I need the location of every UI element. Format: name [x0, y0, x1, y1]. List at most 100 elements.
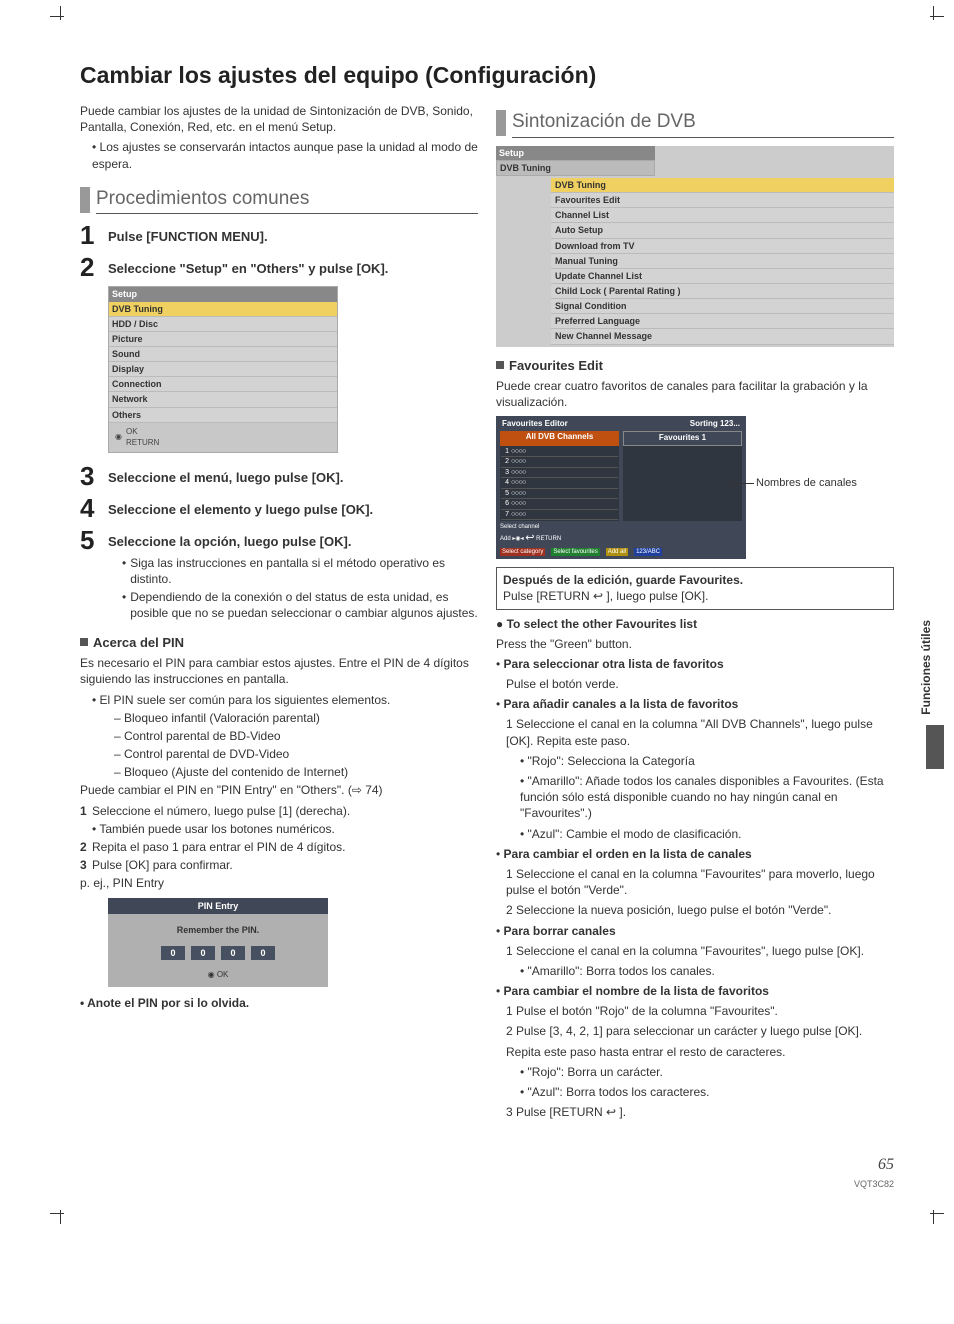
- step-1: Pulse [FUNCTION MENU].: [108, 228, 478, 246]
- dvb-menu-box: Setup DVB Tuning DVB Tuning Favourites E…: [496, 146, 894, 347]
- instr-line: 3 Pulse [RETURN ↩ ].: [496, 1104, 894, 1120]
- dvb-item: Preferred Language: [551, 314, 894, 329]
- instr-line: 1 Seleccione el canal en la columna "Fav…: [496, 866, 894, 898]
- setup-row: Network: [109, 392, 337, 407]
- fav-btn: 123/ABC: [634, 548, 662, 556]
- instr-line: • "Rojo": Selecciona la Categoría: [496, 753, 894, 769]
- section-bar: [80, 187, 90, 213]
- step-num-2: 2: [80, 254, 108, 280]
- dvb-item: Update Channel List: [551, 269, 894, 284]
- setup-row: Sound: [109, 347, 337, 362]
- dvb-item: Auto Setup: [551, 223, 894, 238]
- page-title: Cambiar los ajustes del equipo (Configur…: [80, 60, 894, 91]
- setup-menu-box: Setup DVB Tuning HDD / Disc Picture Soun…: [108, 286, 338, 453]
- save-note-b: Después de la edición, guarde Favourites…: [503, 572, 887, 588]
- crop-mark: [50, 1204, 70, 1224]
- step-2: Seleccione "Setup" en "Others" y pulse […: [108, 260, 478, 278]
- instr-line: • "Amarillo": Añade todos los canales di…: [496, 773, 894, 822]
- save-note-box: Después de la edición, guarde Favourites…: [496, 567, 894, 609]
- pin-dash: – Control parental de BD-Video: [114, 728, 478, 744]
- intro-b1: • Los ajustes se conservarán intactos au…: [80, 139, 478, 171]
- instr-line: • "Rojo": Borra un carácter.: [496, 1064, 894, 1080]
- pin-dash: – Control parental de DVD-Video: [114, 746, 478, 762]
- step-4: Seleccione el elemento y luego pulse [OK…: [108, 501, 478, 519]
- pin-heading: Acerca del PIN: [80, 634, 478, 652]
- pin-digit: 0: [221, 946, 245, 960]
- pin-dash: – Bloqueo (Ajuste del contenido de Inter…: [114, 764, 478, 780]
- instr-line: Pulse el botón verde.: [496, 676, 894, 692]
- setup-row: Display: [109, 362, 337, 377]
- setup-row: HDD / Disc: [109, 317, 337, 332]
- dvb-item: Signal Condition: [551, 299, 894, 314]
- fav-col1-h: All DVB Channels: [500, 431, 619, 446]
- dvb-top: Setup: [496, 146, 655, 160]
- step-5: Seleccione la opción, luego pulse [OK].: [108, 533, 478, 551]
- pin-entry-box: PIN Entry Remember the PIN. 0 0 0 0 ◉ OK: [108, 898, 328, 987]
- pin-p1: Es necesario el PIN para cambiar estos a…: [80, 655, 478, 687]
- dvb-item: Manual Tuning: [551, 254, 894, 269]
- sel-other-t: Press the "Green" button.: [496, 636, 894, 652]
- instr-line: 1 Pulse el botón "Rojo" de la columna "F…: [496, 1003, 894, 1019]
- instr-heading: • Para añadir canales a la lista de favo…: [496, 696, 894, 712]
- dvb-item: Channel List: [551, 208, 894, 223]
- pin-digit: 0: [161, 946, 185, 960]
- instr-heading: • Para cambiar el orden en la lista de c…: [496, 846, 894, 862]
- fav-btn: Add all: [606, 548, 628, 556]
- crop-mark: [50, 6, 70, 26]
- crop-mark: [924, 6, 944, 26]
- fav-heading: Favourites Edit: [496, 357, 894, 375]
- setup-row: DVB Tuning: [109, 302, 337, 317]
- step-num-3: 3: [80, 463, 108, 489]
- instr-line: 2 Seleccione la nueva posición, luego pu…: [496, 902, 894, 918]
- pin-dash: – Bloqueo infantil (Valoración parental): [114, 710, 478, 726]
- instr-line: • "Azul": Cambie el modo de clasificació…: [496, 826, 894, 842]
- pin-eg: p. ej., PIN Entry: [80, 875, 478, 891]
- dvb-item: Download from TV: [551, 239, 894, 254]
- pin-digit: 0: [251, 946, 275, 960]
- fav-channel-label: Nombres de canales: [756, 476, 857, 491]
- dvb-item: Child Lock ( Parental Rating ): [551, 284, 894, 299]
- pin-step: 2Repita el paso 1 para entrar el PIN de …: [80, 839, 478, 855]
- dvb-item: New Channel Message: [551, 329, 894, 344]
- fav-col2-h: Favourites 1: [623, 431, 742, 446]
- section-title-right: Sintonización de DVB: [512, 109, 894, 138]
- pin-note: • Anote el PIN por si lo olvida.: [80, 995, 478, 1011]
- instr-line: 2 Pulse [3, 4, 2, 1] para seleccionar un…: [496, 1023, 894, 1039]
- fav-p1: Puede crear cuatro favoritos de canales …: [496, 378, 894, 410]
- dvb-item: Favourites Edit: [551, 193, 894, 208]
- setup-header: Setup: [109, 287, 337, 301]
- pin-step-sub: • También puede usar los botones numéric…: [80, 821, 478, 837]
- nav-icon: ◉: [115, 432, 122, 443]
- pin-digit: 0: [191, 946, 215, 960]
- section-bar: [496, 110, 506, 136]
- side-label: Funciones útiles: [918, 620, 934, 715]
- instr-line: • "Amarillo": Borra todos los canales.: [496, 963, 894, 979]
- fav-add: Add: [500, 536, 511, 542]
- instr-line: 1 Seleccione el canal en la columna "All…: [496, 716, 894, 748]
- step-num-5: 5: [80, 527, 108, 553]
- instr-heading: • Para cambiar el nombre de la lista de …: [496, 983, 894, 999]
- save-note-t: Pulse [RETURN ↩ ], luego pulse [OK].: [503, 588, 887, 604]
- side-tab: [926, 725, 944, 769]
- pin-step: 3Pulse [OK] para confirmar.: [80, 857, 478, 873]
- sel-other-h: ● To select the other Favourites list: [496, 616, 894, 632]
- pin-step: 1Seleccione el número, luego pulse [1] (…: [80, 803, 478, 819]
- pin-p2: Puede cambiar el PIN en "PIN Entry" en "…: [80, 782, 478, 798]
- pin-box-ok: ◉ OK: [108, 966, 328, 987]
- instr-heading: • Para seleccionar otra lista de favorit…: [496, 656, 894, 672]
- step5-bullet: Siga las instrucciones en pantalla si el…: [122, 555, 478, 587]
- crop-mark: [924, 1204, 944, 1224]
- fav-sort: Sorting 123...: [690, 419, 740, 430]
- setup-row: Others: [109, 408, 337, 423]
- setup-row: Picture: [109, 332, 337, 347]
- pin-box-header: PIN Entry: [108, 898, 328, 914]
- instr-heading: • Para borrar canales: [496, 923, 894, 939]
- step5-bullet: Dependiendo de la conexión o del status …: [122, 589, 478, 621]
- instr-line: Repita este paso hasta entrar el resto d…: [496, 1044, 894, 1060]
- doc-code: VQT3C82: [80, 1178, 894, 1190]
- return-label: RETURN: [126, 438, 159, 449]
- fav-title: Favourites Editor: [502, 419, 568, 430]
- fav-btn: Select category: [500, 548, 545, 556]
- instr-line: 1 Seleccione el canal en la columna "Fav…: [496, 943, 894, 959]
- fav-select: Select channel: [500, 524, 539, 530]
